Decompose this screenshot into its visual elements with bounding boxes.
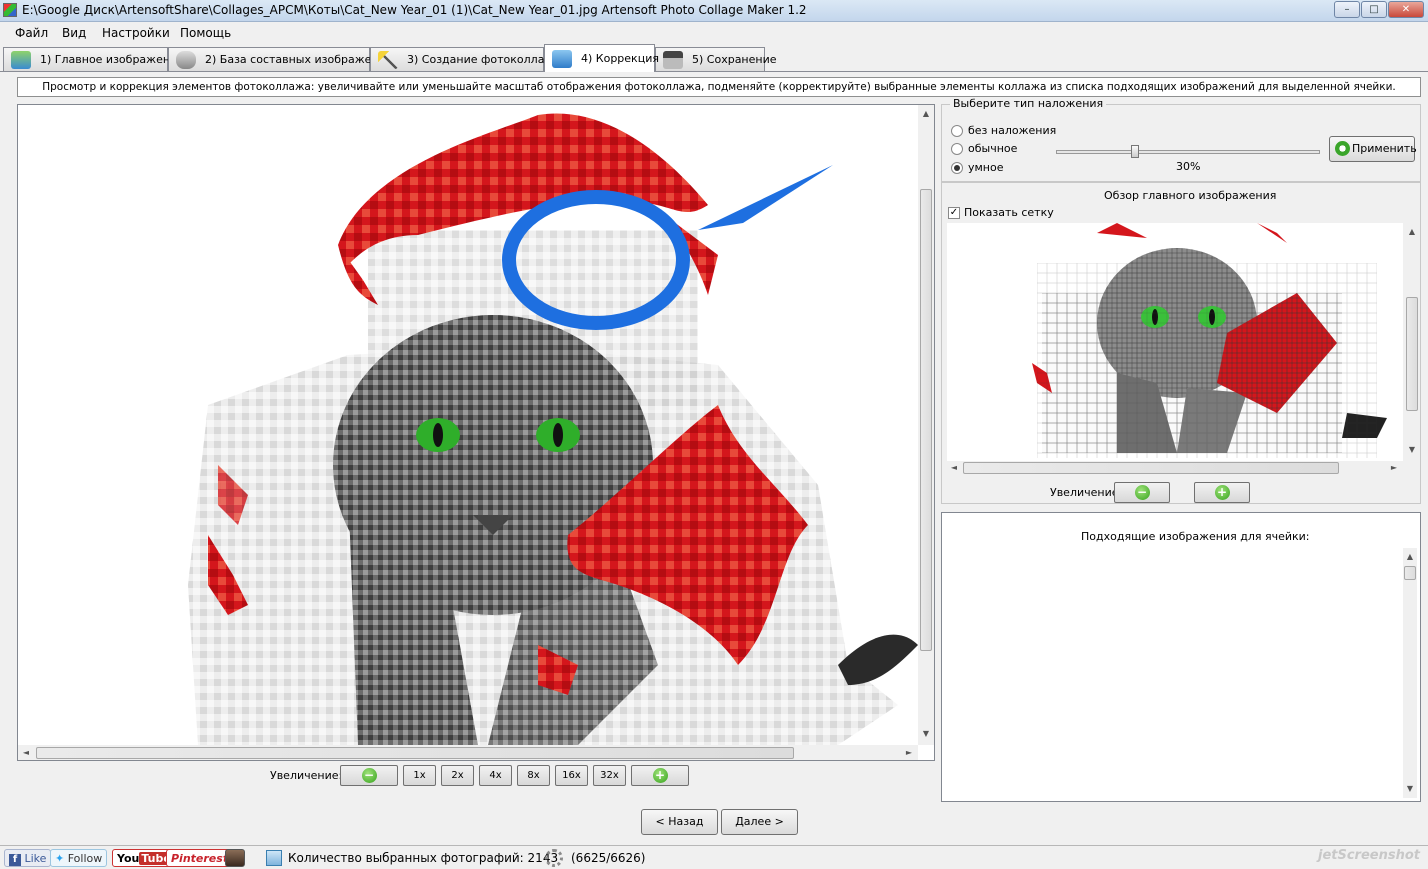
photo-count: Количество выбранных фотографий: 2143 [288,851,559,865]
zoom-out-button[interactable]: − [340,765,398,786]
tab-label: 3) Создание фотоколлажа [407,53,562,66]
matching-images-title: Подходящие изображения для ячейки: [1081,530,1310,543]
tab-label: 1) Главное изображение [40,53,184,66]
facebook-icon: f [9,854,21,866]
matches-scroll-down-icon[interactable]: ▼ [1403,784,1417,793]
refresh-icon [1335,141,1350,156]
app-icon [3,3,17,17]
like-label: Like [24,852,47,865]
overlay-percent: 30% [1176,160,1201,173]
zoom-4x-button[interactable]: 4x [479,765,512,786]
radio-smart-overlay[interactable] [951,162,963,174]
maximize-button[interactable]: □ [1361,1,1387,18]
minus-icon: − [361,768,377,783]
zoom-1x-button[interactable]: 1x [403,765,436,786]
menu-view[interactable]: Вид [62,26,86,40]
horizontal-scrollbar[interactable]: ◄ ► [18,745,918,760]
collage-view[interactable]: ▲ ▼ ◄ ► [17,104,935,761]
blocks-icon [552,50,572,68]
youtube-you: You [117,852,140,865]
window-title: E:\Google Диск\ArtensoftShare\Collages_A… [22,3,807,17]
tab-main-image[interactable]: 1) Главное изображение [3,47,184,71]
preview-zoom-out-button[interactable]: − [1114,482,1170,503]
database-icon [176,51,196,69]
scroll-up-icon[interactable]: ▲ [919,109,933,118]
tab-database[interactable]: 2) База составных изображений [168,47,393,71]
zoom-16x-button[interactable]: 16x [555,765,588,786]
preview-image[interactable] [947,223,1403,461]
photos-icon [266,850,282,866]
main-image-icon [11,51,31,69]
menu-help[interactable]: Помощь [180,26,231,40]
twitter-icon: ✦ [55,852,65,865]
step-description: Просмотр и коррекция элементов фотоколла… [17,77,1421,97]
close-button[interactable]: ✕ [1388,1,1424,18]
pinterest-button[interactable]: Pinterest [166,849,234,867]
status-bar: f Like ✦ Follow You Tube Pinterest Количе… [0,845,1428,869]
show-grid-checkbox[interactable]: ✓ [948,207,960,219]
menu-file[interactable]: Файл [15,26,48,40]
apply-button[interactable]: Применить [1329,136,1417,162]
preview-scroll-up-icon[interactable]: ▲ [1405,227,1419,236]
preview-svg [1032,223,1387,458]
vertical-scrollbar[interactable]: ▲ ▼ [918,105,934,745]
zoom-32x-button[interactable]: 32x [593,765,626,786]
back-button[interactable]: < Назад [641,809,718,835]
overlay-slider-track[interactable] [1056,150,1320,154]
scroll-right-icon[interactable]: ► [902,748,916,757]
next-button[interactable]: Далее > [721,809,798,835]
zoom-label: Увеличение: [270,769,343,782]
wizard-tabs: 1) Главное изображение 2) База составных… [0,44,1428,72]
plus-icon: + [652,768,668,783]
radio-no-overlay-label: без наложения [968,124,1057,137]
preview-scroll-right-icon[interactable]: ► [1387,463,1401,472]
menu-bar: Файл Вид Настройки Помощь [0,23,1428,43]
preview-zoom-label: Увеличение [1050,486,1119,499]
collage-image [188,113,918,745]
show-grid-label: Показать сетку [964,206,1054,219]
zoom-8x-button[interactable]: 8x [517,765,550,786]
floppy-icon [663,51,683,69]
zoom-in-button[interactable]: + [631,765,689,786]
radio-normal-overlay[interactable] [951,143,963,155]
matches-vertical-scrollbar[interactable]: ▲ ▼ [1403,548,1417,798]
preview-vertical-scrollbar[interactable]: ▲ ▼ [1405,223,1419,461]
matches-scroll-up-icon[interactable]: ▲ [1403,552,1417,561]
magic-wand-icon [378,51,398,69]
spinner-icon [545,849,563,867]
radio-smart-overlay-label: умное [968,161,1004,174]
follow-label: Follow [67,852,103,865]
plus-icon: + [1214,485,1230,500]
highlight-arrow [698,165,833,230]
scroll-left-icon[interactable]: ◄ [19,748,33,757]
title-bar: E:\Google Диск\ArtensoftShare\Collages_A… [0,0,1428,22]
overlay-slider-thumb[interactable] [1131,145,1140,158]
tab-label: 2) База составных изображений [205,53,393,66]
radio-normal-overlay-label: обычное [968,142,1018,155]
menu-settings[interactable]: Настройки [102,26,170,40]
tab-label: 4) Коррекция [581,52,659,65]
overlay-legend: Выберите тип наложения [950,97,1107,110]
preview-title: Обзор главного изображения [1104,189,1277,202]
facebook-like-button[interactable]: f Like [4,849,52,867]
twitter-follow-button[interactable]: ✦ Follow [50,849,108,867]
tab-label: 5) Сохранение [692,53,777,66]
tab-correction[interactable]: 4) Коррекция [544,44,659,72]
scroll-down-icon[interactable]: ▼ [919,729,933,738]
radio-no-overlay[interactable] [951,125,963,137]
minus-icon: − [1134,485,1150,500]
zoom-2x-button[interactable]: 2x [441,765,474,786]
preview-zoom-in-button[interactable]: + [1194,482,1250,503]
tab-create-collage[interactable]: 3) Создание фотоколлажа [370,47,561,71]
matching-images-panel [941,512,1421,802]
apply-label: Применить [1352,142,1417,155]
preview-scroll-down-icon[interactable]: ▼ [1405,445,1419,454]
preview-scroll-left-icon[interactable]: ◄ [947,463,961,472]
watermark: jetScreenshot [1318,848,1420,863]
progress-count: (6625/6626) [571,851,646,865]
preview-horizontal-scrollbar[interactable]: ◄ ► [947,461,1405,475]
instagram-icon[interactable] [225,849,245,867]
tab-save[interactable]: 5) Сохранение [655,47,777,71]
minimize-button[interactable]: – [1334,1,1360,18]
